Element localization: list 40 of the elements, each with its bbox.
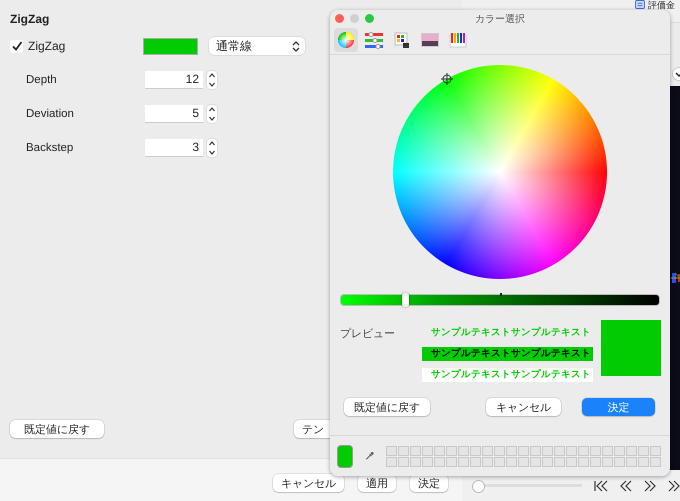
field-label: Backstep [25, 142, 74, 154]
section-title: ZigZag [10, 12, 50, 26]
sample-text: サンプルテキストサンプルテキスト [430, 326, 592, 340]
palette-icon[interactable] [393, 30, 411, 48]
window-title: カラー選択 [475, 12, 525, 26]
updown-chevron-icon [292, 40, 300, 52]
dialog-button[interactable]: キャンセル [273, 474, 344, 492]
stepper-icon[interactable] [206, 70, 218, 90]
number-field[interactable]: 5 [145, 105, 203, 123]
list-icon [634, 0, 646, 9]
dialog-button[interactable]: キャンセル [486, 398, 561, 416]
current-color-swatch[interactable] [337, 444, 353, 468]
color-swatch[interactable] [143, 38, 198, 54]
preview-swatch [601, 320, 661, 376]
stepper-icon[interactable] [206, 104, 218, 124]
color-wheel-icon[interactable] [337, 30, 355, 48]
line-style-select[interactable]: 通常線 [209, 37, 305, 55]
sample-text: サンプルテキストサンプルテキスト [422, 347, 593, 361]
dialog-button[interactable]: 既定値に戻す [344, 398, 430, 416]
sample-text: サンプルテキストサンプルテキスト [422, 368, 593, 382]
ok-button[interactable]: 決定 [582, 398, 655, 416]
stepper-icon[interactable] [206, 138, 218, 158]
sliders-icon[interactable] [365, 30, 383, 48]
skip-forward-icon[interactable] [668, 480, 680, 492]
rewind-icon[interactable] [620, 480, 632, 492]
pencils-icon[interactable] [449, 30, 467, 48]
forward-icon[interactable] [644, 480, 656, 492]
zigzag-checkbox[interactable]: ZigZag [10, 39, 143, 53]
image-icon[interactable] [421, 30, 439, 48]
number-field[interactable]: 3 [145, 139, 203, 157]
checkmark-icon [10, 40, 22, 52]
crosshair-icon[interactable] [441, 73, 453, 85]
preview-label: プレビュー [340, 326, 396, 342]
number-field[interactable]: 12 [145, 71, 203, 89]
field-label: Deviation [25, 108, 75, 120]
field-label: Depth [25, 74, 58, 86]
reset-button[interactable]: 既定値に戻す [10, 420, 104, 438]
brightness-slider[interactable] [340, 294, 660, 306]
toolbar-label[interactable]: 評価金 [648, 0, 675, 10]
skip-back-icon[interactable] [594, 480, 608, 492]
